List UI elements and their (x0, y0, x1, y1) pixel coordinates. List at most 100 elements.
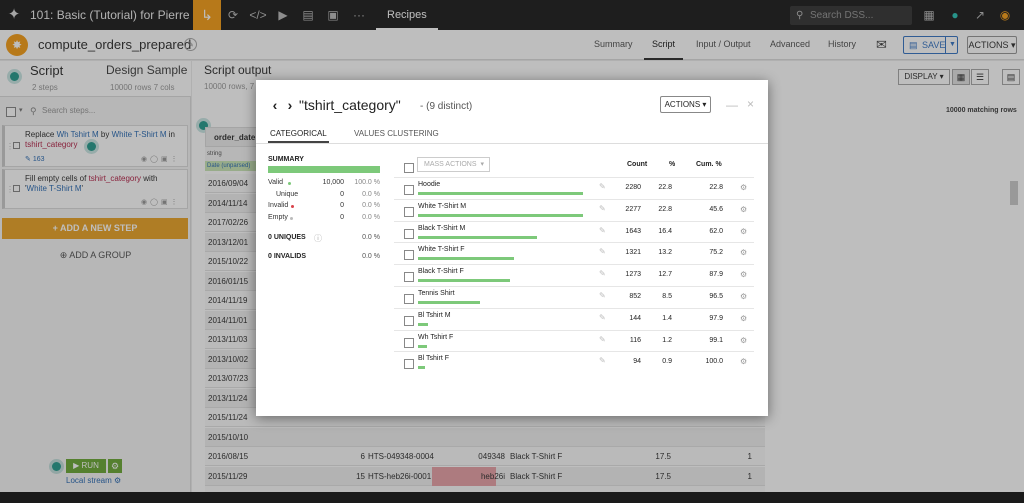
list-item[interactable]: Bl Tshirt F ✎ 94 0.9 100.0 ⚙ (394, 351, 754, 373)
value-settings-icon[interactable]: ⚙ (740, 183, 747, 192)
value-percent: 1.2 (662, 336, 672, 344)
list-item[interactable]: Hoodie ✎ 2280 22.8 22.8 ⚙ (394, 177, 754, 199)
edit-value-icon[interactable]: ✎ (599, 247, 606, 256)
edit-value-icon[interactable]: ✎ (599, 204, 606, 213)
value-checkbox[interactable] (404, 228, 414, 239)
value-share-bar (418, 257, 514, 261)
tab-values-clustering[interactable]: VALUES CLUSTERING (354, 127, 439, 141)
value-checkbox[interactable] (404, 250, 414, 261)
summary-row: Empty 0 0.0 % (268, 214, 380, 225)
next-column-icon[interactable]: › (284, 98, 296, 112)
edit-value-icon[interactable]: ✎ (599, 226, 606, 235)
summary-label: Unique (276, 190, 299, 198)
value-count: 144 (629, 314, 641, 322)
summary-row: Invalid 0 0.0 % (268, 202, 380, 213)
value-checkbox[interactable] (404, 185, 414, 195)
value-count: 2280 (625, 184, 641, 191)
summary-percent: 0.0 % (362, 213, 380, 221)
summary-value: 0 (340, 202, 344, 209)
value-name: White T-Shirt F (418, 246, 465, 254)
list-item[interactable]: Black T-Shirt F ✎ 1273 12.7 87.9 ⚙ (394, 264, 754, 286)
value-count: 852 (629, 293, 641, 300)
edit-value-icon[interactable]: ✎ (599, 291, 606, 300)
mass-actions-dropdown[interactable]: MASS ACTIONS ▾ (417, 157, 490, 172)
select-all-values-checkbox[interactable] (404, 163, 414, 173)
value-settings-icon[interactable]: ⚙ (740, 270, 747, 279)
value-checkbox[interactable] (404, 315, 414, 326)
edit-value-icon[interactable]: ✎ (599, 269, 606, 278)
close-icon[interactable]: × (747, 97, 754, 111)
list-item[interactable]: Black T-Shirt M ✎ 1643 16.4 62.0 ⚙ (394, 220, 754, 243)
tab-categorical[interactable]: CATEGORICAL (268, 127, 329, 143)
summary-label: Empty (268, 213, 288, 221)
list-item[interactable]: Tennis Shirt ✎ 852 8.5 96.5 ⚙ (394, 286, 754, 308)
value-percent: 16.4 (658, 227, 672, 235)
value-checkbox[interactable] (404, 337, 414, 348)
value-cumulative: 87.9 (709, 271, 723, 279)
value-checkbox[interactable] (404, 294, 414, 304)
edit-value-icon[interactable]: ✎ (599, 182, 606, 191)
value-name: Black T-Shirt M (418, 224, 466, 232)
value-settings-icon[interactable]: ⚙ (740, 336, 747, 345)
value-count: 116 (629, 336, 641, 344)
value-cumulative: 99.1 (709, 336, 723, 344)
value-share-bar (418, 344, 427, 348)
list-item[interactable]: White T-Shirt F ✎ 1321 13.2 75.2 ⚙ (394, 242, 754, 264)
value-cumulative: 22.8 (709, 184, 723, 191)
value-count: 1321 (625, 249, 641, 257)
edit-value-icon[interactable]: ✎ (599, 313, 606, 322)
value-cumulative: 75.2 (709, 249, 723, 257)
header-cumulative: Cum. % (696, 161, 722, 168)
value-share-bar (418, 235, 537, 239)
header-percent: % (669, 161, 676, 168)
value-cumulative: 62.0 (709, 227, 723, 235)
edit-value-icon[interactable]: ✎ (599, 356, 606, 365)
value-checkbox[interactable] (404, 272, 414, 283)
summary-row: Valid 10,000 100.0 % (268, 179, 380, 190)
value-percent: 12.7 (658, 271, 672, 279)
value-cumulative: 100.0 (705, 358, 723, 366)
status-dot-icon (288, 182, 291, 185)
summary-percent: 100.0 % (354, 179, 380, 186)
value-percent: 22.8 (658, 184, 672, 191)
list-item[interactable]: White T-Shirt M ✎ 2277 22.8 45.6 ⚙ (394, 198, 754, 221)
value-settings-icon[interactable]: ⚙ (740, 227, 747, 236)
os-taskbar (0, 492, 1024, 503)
list-item[interactable]: Bl Tshirt M ✎ 144 1.4 97.9 ⚙ (394, 307, 754, 330)
value-checkbox[interactable] (404, 206, 414, 217)
value-share-bar (418, 301, 480, 304)
value-settings-icon[interactable]: ⚙ (740, 314, 747, 323)
value-settings-icon[interactable]: ⚙ (740, 357, 747, 366)
value-percent: 1.4 (662, 314, 672, 322)
value-settings-icon[interactable]: ⚙ (740, 205, 747, 214)
modal-title: "tshirt_category" (299, 97, 401, 113)
previous-column-icon[interactable]: ‹ (269, 98, 281, 112)
value-count: 1273 (625, 271, 641, 279)
summary-label: Valid (268, 179, 284, 186)
value-count: 2277 (625, 205, 641, 213)
invalids-stat: 0 INVALIDS 0.0 % (268, 253, 380, 260)
value-share-bar (418, 192, 583, 195)
info-icon[interactable]: ⓘ (314, 233, 322, 244)
edit-value-icon[interactable]: ✎ (599, 335, 606, 344)
value-share-bar (418, 213, 583, 217)
summary-value: 10,000 (322, 179, 344, 186)
tabs-divider (256, 143, 768, 144)
minimize-icon[interactable]: — (726, 98, 738, 112)
value-name: Tennis Shirt (418, 290, 455, 297)
summary-percent: 0.0 % (362, 190, 380, 198)
value-share-bar (418, 279, 510, 283)
value-settings-icon[interactable]: ⚙ (740, 248, 747, 257)
summary-valid-bar (268, 166, 380, 173)
list-item[interactable]: Wh Tshirt F ✎ 116 1.2 99.1 ⚙ (394, 329, 754, 352)
value-percent: 13.2 (658, 249, 672, 257)
value-percent: 22.8 (658, 205, 672, 213)
value-cumulative: 45.6 (709, 205, 723, 213)
value-percent: 0.9 (662, 358, 672, 366)
status-dot-icon (290, 216, 293, 220)
header-count: Count (627, 161, 648, 168)
value-checkbox[interactable] (404, 359, 414, 370)
value-count: 1643 (625, 227, 641, 235)
value-settings-icon[interactable]: ⚙ (740, 292, 747, 301)
modal-actions-button[interactable]: ACTIONS ▾ (660, 96, 711, 113)
